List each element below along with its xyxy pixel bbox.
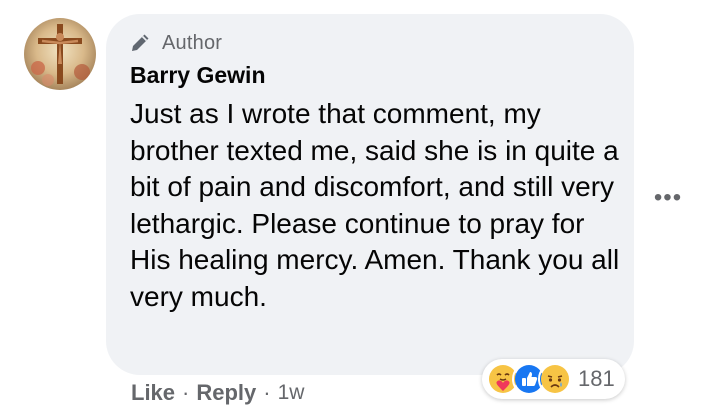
sad-icon (538, 362, 572, 396)
comment-bubble: Author Barry Gewin Just as I wrote that … (106, 14, 634, 375)
reaction-count: 181 (578, 366, 615, 391)
author-badge-label: Author (162, 31, 223, 54)
pencil-icon (132, 34, 149, 51)
comment-text: Just as I wrote that comment, my brother… (130, 98, 620, 312)
commenter-name[interactable]: Barry Gewin (130, 62, 266, 89)
more-options-button[interactable]: ••• (648, 183, 688, 213)
reply-button[interactable]: Reply (196, 380, 256, 406)
separator: · (263, 380, 271, 405)
author-badge: Author (128, 29, 222, 57)
avatar[interactable] (24, 18, 96, 90)
comment-actions: Like · Reply · 1w (131, 380, 304, 406)
reactions-summary[interactable]: 181 (482, 359, 625, 399)
crucifix-avatar-image (24, 18, 96, 90)
comment-timestamp[interactable]: 1w (278, 381, 305, 405)
separator: · (182, 380, 190, 405)
like-button[interactable]: Like (131, 380, 175, 406)
